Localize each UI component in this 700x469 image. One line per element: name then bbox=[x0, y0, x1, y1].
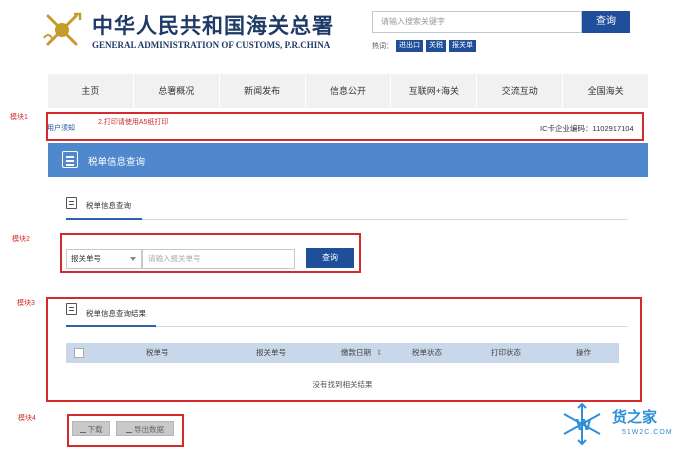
col-actions[interactable]: 操作 bbox=[576, 343, 591, 363]
sort-icon[interactable]: ⇕ bbox=[376, 343, 382, 363]
main-nav: 主页 总署概况 新闻发布 信息公开 互联网+海关 交流互动 全国海关 bbox=[48, 74, 648, 108]
search-doc-icon bbox=[66, 197, 77, 209]
hot-tag-declaration[interactable]: 报关单 bbox=[449, 40, 476, 52]
empty-result-text: 没有找到相关结果 bbox=[312, 380, 373, 389]
hot-words: 热词： 进出口 关税 报关单 bbox=[372, 40, 476, 52]
query-type-value: 报关单号 bbox=[71, 254, 101, 263]
page-title: 税单信息查询 bbox=[88, 157, 146, 168]
col-tax-status[interactable]: 税单状态 bbox=[412, 343, 442, 363]
query-button[interactable]: 查询 bbox=[306, 248, 354, 268]
hot-tag-tariff[interactable]: 关税 bbox=[426, 40, 446, 52]
col-declaration-number[interactable]: 报关单号 bbox=[256, 343, 286, 363]
col-print-status[interactable]: 打印状态 bbox=[491, 343, 521, 363]
declaration-number-input[interactable]: 请输入报关单号 bbox=[142, 249, 295, 269]
svg-text:W: W bbox=[576, 417, 592, 434]
nav-item-overview[interactable]: 总署概况 bbox=[134, 74, 220, 108]
select-all-checkbox[interactable] bbox=[74, 348, 84, 358]
query-type-select[interactable]: 报关单号 bbox=[66, 249, 142, 269]
watermark-url: 51W2C.COM bbox=[622, 429, 673, 436]
col-tax-number[interactable]: 税单号 bbox=[146, 343, 169, 363]
site-title-cn: 中华人民共和国海关总署 bbox=[92, 13, 334, 38]
annotation-module2: 模块2 bbox=[12, 236, 30, 243]
tab-active-indicator bbox=[66, 218, 142, 220]
nav-item-disclosure[interactable]: 信息公开 bbox=[306, 74, 392, 108]
clipboard-icon bbox=[66, 303, 77, 315]
tab-query[interactable]: 税单信息查询 bbox=[86, 200, 131, 211]
annotation-module4: 模块4 bbox=[18, 415, 36, 422]
user-notice-link[interactable]: 用户须知 bbox=[47, 123, 75, 133]
site-search-button[interactable]: 查询 bbox=[582, 11, 630, 33]
print-tip: 2.打印请使用A5纸打印 bbox=[98, 119, 169, 126]
site-title-en: GENERAL ADMINISTRATION OF CUSTOMS, P.R.C… bbox=[92, 40, 331, 50]
nav-item-home[interactable]: 主页 bbox=[48, 74, 134, 108]
export-icon bbox=[126, 427, 132, 433]
watermark-text: 货之家 bbox=[612, 409, 658, 426]
annotation-module1: 模块1 bbox=[10, 114, 28, 121]
list-icon bbox=[62, 151, 78, 168]
chevron-down-icon bbox=[130, 257, 136, 261]
tab-divider bbox=[66, 219, 628, 220]
nav-item-internet-customs[interactable]: 互联网+海关 bbox=[391, 74, 478, 108]
nav-item-national[interactable]: 全国海关 bbox=[563, 74, 648, 108]
results-tab-indicator bbox=[66, 325, 156, 327]
export-label: 导出数据 bbox=[134, 425, 164, 434]
annotation-module3: 模块3 bbox=[17, 300, 35, 307]
ic-card-code: IC卡企业编码：1102917104 bbox=[540, 124, 634, 133]
export-button[interactable]: 导出数据 bbox=[116, 421, 174, 436]
download-label: 下载 bbox=[87, 425, 103, 434]
col-payment-date[interactable]: 缴款日期 bbox=[341, 343, 371, 363]
hot-words-label: 热词： bbox=[372, 43, 393, 50]
download-icon bbox=[79, 427, 86, 433]
results-table-header: 税单号 报关单号 缴款日期 ⇕ 税单状态 打印状态 操作 bbox=[66, 343, 619, 363]
download-button[interactable]: 下载 bbox=[72, 421, 110, 436]
site-search-input[interactable]: 请输入搜索关键字 bbox=[372, 11, 582, 33]
watermark-logo-icon: W bbox=[563, 402, 601, 446]
nav-item-news[interactable]: 新闻发布 bbox=[220, 74, 306, 108]
tab-results[interactable]: 税单信息查询结果 bbox=[86, 308, 146, 319]
nav-item-interaction[interactable]: 交流互动 bbox=[477, 74, 564, 108]
customs-emblem-icon bbox=[43, 12, 82, 46]
hot-tag-import-export[interactable]: 进出口 bbox=[396, 40, 423, 52]
